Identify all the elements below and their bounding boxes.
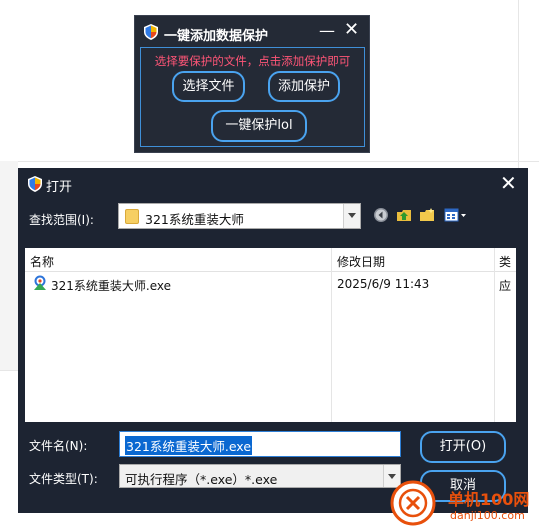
view-menu-icon[interactable]: [444, 207, 468, 223]
file-date: 2025/6/9 11:43: [337, 277, 430, 291]
open-button[interactable]: 打开(O): [420, 431, 506, 463]
tool-group-box: 选择要保护的文件，点击添加保护即可 选择文件 添加保护 一键保护lol: [140, 47, 365, 147]
file-list-header: 名称 修改日期 类: [25, 248, 516, 272]
column-date-header[interactable]: 修改日期: [337, 253, 385, 270]
filetype-dropdown[interactable]: 可执行程序（*.exe）*.exe: [119, 464, 401, 488]
filename-value: 321系统重装大师.exe: [125, 436, 253, 455]
site-watermark: 单机100网 danji100.com: [386, 478, 539, 527]
open-file-dialog: 打开 ✕ 查找范围(I): 321系统重装大师 名称 修改日期 类 321系统重…: [18, 168, 528, 513]
background-divider: [0, 161, 539, 162]
back-icon[interactable]: [373, 207, 389, 223]
minimize-icon[interactable]: —: [319, 21, 335, 40]
exe-app-icon: [34, 275, 46, 290]
dialog-title: 打开: [46, 180, 73, 195]
shield-icon: [28, 176, 42, 192]
column-name-header[interactable]: 名称: [30, 253, 54, 270]
background-panel: [0, 161, 18, 371]
close-icon[interactable]: ✕: [344, 19, 359, 40]
tool-titlebar[interactable]: 一键添加数据保护 — ✕: [135, 16, 369, 48]
select-file-button[interactable]: 选择文件: [172, 71, 245, 102]
file-type: 应: [499, 279, 512, 293]
new-folder-icon[interactable]: [419, 207, 435, 223]
watermark-name: 单机100网: [448, 490, 530, 509]
filetype-value: 可执行程序（*.exe）*.exe: [125, 472, 278, 487]
file-row[interactable]: 321系统重装大师.exe 2025/6/9 11:43 应: [25, 272, 516, 294]
look-in-value: 321系统重装大师: [145, 212, 244, 227]
shield-icon: [144, 24, 158, 40]
filetype-label: 文件类型(T):: [29, 472, 98, 486]
folder-icon: [125, 209, 139, 224]
watermark-logo-icon: [390, 480, 436, 526]
watermark-url: danji100.com: [450, 509, 525, 522]
look-in-dropdown[interactable]: 321系统重装大师: [118, 203, 361, 229]
add-protection-button[interactable]: 添加保护: [268, 71, 340, 102]
tool-hint-text: 选择要保护的文件，点击添加保护即可: [154, 54, 351, 68]
filename-label: 文件名(N):: [29, 439, 88, 453]
protection-tool-window: 一键添加数据保护 — ✕ 选择要保护的文件，点击添加保护即可 选择文件 添加保护…: [134, 15, 370, 153]
up-folder-icon[interactable]: [396, 207, 412, 223]
chevron-down-icon[interactable]: [343, 204, 360, 228]
file-name: 321系统重装大师.exe: [51, 279, 172, 293]
close-icon[interactable]: ✕: [500, 171, 517, 195]
file-list[interactable]: 名称 修改日期 类 321系统重装大师.exe 2025/6/9 11:43 应: [25, 248, 516, 422]
one-key-protect-button[interactable]: 一键保护lol: [211, 110, 307, 142]
column-type-header[interactable]: 类: [499, 253, 511, 270]
filename-input[interactable]: 321系统重装大师.exe: [119, 431, 401, 457]
tool-window-title: 一键添加数据保护: [164, 29, 269, 44]
dialog-titlebar[interactable]: 打开 ✕: [18, 168, 528, 198]
background-divider: [0, 370, 18, 371]
look-in-label: 查找范围(I):: [29, 213, 94, 227]
background-divider: [518, 0, 519, 170]
